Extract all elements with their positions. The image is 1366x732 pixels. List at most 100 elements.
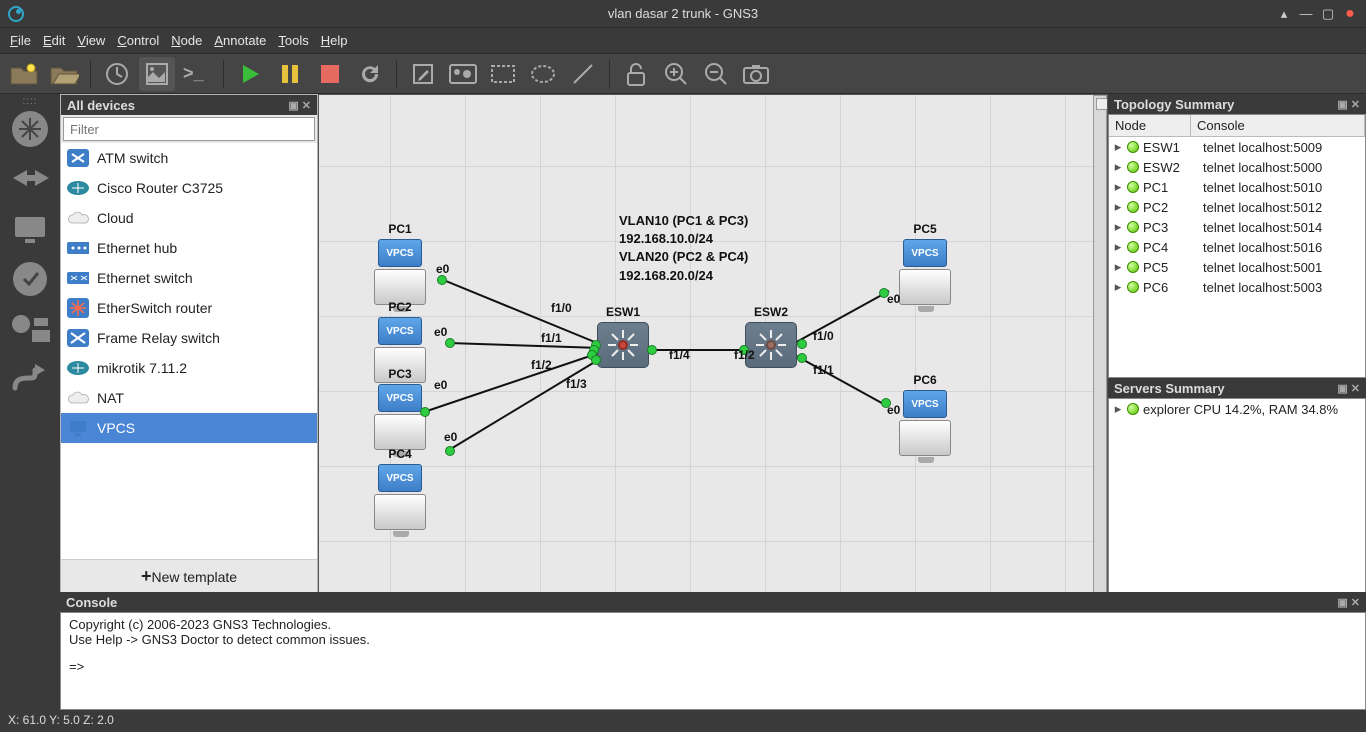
menu-help[interactable]: Help (321, 33, 348, 48)
topology-row[interactable]: ▸PC2telnet localhost:5012 (1109, 197, 1365, 217)
topology-row[interactable]: ▸PC1telnet localhost:5010 (1109, 177, 1365, 197)
device-item-atm-switch[interactable]: ATM switch (61, 143, 317, 173)
device-item-frame-relay[interactable]: Frame Relay switch (61, 323, 317, 353)
menu-node[interactable]: Node (171, 33, 202, 48)
window-roll-icon[interactable]: ▴ (1276, 6, 1292, 22)
menu-file[interactable]: File (10, 33, 31, 48)
expand-icon[interactable]: ▸ (1113, 259, 1123, 275)
topology-node: PC1 (1143, 180, 1199, 195)
menu-tools[interactable]: Tools (278, 33, 308, 48)
topology-console: telnet localhost:5014 (1203, 220, 1322, 235)
node-pc4[interactable]: PC4 VPCS (374, 447, 426, 530)
multilayer-switch-icon (606, 328, 640, 362)
topology-row[interactable]: ▸PC5telnet localhost:5001 (1109, 257, 1365, 277)
servers-summary-dock-icon[interactable]: ▣ ✕ (1337, 382, 1360, 395)
menu-control[interactable]: Control (117, 33, 159, 48)
node-pc6[interactable]: PC6 VPCS (899, 373, 951, 456)
devices-list[interactable]: ATM switch Cisco Router C3725 Cloud Ethe… (61, 143, 317, 559)
node-esw1[interactable]: ESW1 (597, 305, 649, 368)
lock-button[interactable] (618, 57, 654, 91)
new-project-button[interactable] (6, 57, 42, 91)
snapshot-clock-button[interactable] (99, 57, 135, 91)
node-label: ESW2 (745, 305, 797, 319)
devices-panel: All devices▣ ✕ ATM switch Cisco Router C… (60, 94, 318, 594)
expand-icon[interactable]: ▸ (1113, 159, 1123, 175)
menu-edit[interactable]: Edit (43, 33, 65, 48)
router-icon (67, 178, 89, 198)
node-label: PC2 (374, 300, 426, 314)
console-dock-icon[interactable]: ▣ ✕ (1337, 596, 1360, 609)
topology-node: PC4 (1143, 240, 1199, 255)
draw-line-button[interactable] (565, 57, 601, 91)
server-row[interactable]: ▸explorer CPU 14.2%, RAM 34.8% (1109, 399, 1365, 419)
topology-row[interactable]: ▸ESW1telnet localhost:5009 (1109, 137, 1365, 157)
device-item-ethernet-switch[interactable]: Ethernet switch (61, 263, 317, 293)
screenshot-button[interactable] (738, 57, 774, 91)
console-output[interactable]: Copyright (c) 2006-2023 GNS3 Technologie… (60, 612, 1366, 710)
menu-annotate[interactable]: Annotate (214, 33, 266, 48)
topology-row[interactable]: ▸ESW2telnet localhost:5000 (1109, 157, 1365, 177)
stop-all-button[interactable] (312, 57, 348, 91)
open-project-button[interactable] (46, 57, 82, 91)
zoom-out-button[interactable] (698, 57, 734, 91)
topology-row[interactable]: ▸PC3telnet localhost:5014 (1109, 217, 1365, 237)
category-end-devices-button[interactable] (6, 206, 54, 252)
device-item-ethernet-hub[interactable]: Ethernet hub (61, 233, 317, 263)
category-switches-button[interactable] (6, 156, 54, 202)
window-maximize-icon[interactable]: ▢ (1320, 6, 1336, 22)
device-item-cloud[interactable]: Cloud (61, 203, 317, 233)
draw-rectangle-button[interactable] (485, 57, 521, 91)
link-status-icon (647, 345, 657, 355)
expand-icon[interactable]: ▸ (1113, 179, 1123, 195)
category-all-devices-button[interactable] (6, 306, 54, 352)
expand-icon[interactable]: ▸ (1113, 139, 1123, 155)
expand-icon[interactable]: ▸ (1113, 279, 1123, 295)
devices-filter-input[interactable] (63, 117, 315, 141)
device-item-cisco-router[interactable]: Cisco Router C3725 (61, 173, 317, 203)
expand-icon[interactable]: ▸ (1113, 219, 1123, 235)
header-node[interactable]: Node (1109, 115, 1191, 136)
switch-icon (67, 268, 89, 288)
device-item-vpcs[interactable]: VPCS (61, 413, 317, 443)
device-item-mikrotik[interactable]: mikrotik 7.11.2 (61, 353, 317, 383)
annotate-note-button[interactable] (405, 57, 441, 91)
category-routers-button[interactable] (6, 106, 54, 152)
expand-icon[interactable]: ▸ (1113, 199, 1123, 215)
topology-row[interactable]: ▸PC6telnet localhost:5003 (1109, 277, 1365, 297)
pause-all-button[interactable] (272, 57, 308, 91)
expand-icon[interactable]: ▸ (1113, 239, 1123, 255)
expand-icon[interactable]: ▸ (1113, 401, 1123, 417)
window-close-icon[interactable]: ● (1342, 6, 1358, 22)
topology-summary-dock-icon[interactable]: ▣ ✕ (1337, 98, 1360, 111)
window-title: vlan dasar 2 trunk - GNS3 (148, 6, 1218, 21)
devices-panel-dock-icon[interactable]: ▣ ✕ (288, 99, 311, 112)
show-hide-map-button[interactable] (139, 57, 175, 91)
dock-grip-icon[interactable]: :::: (18, 96, 42, 102)
zoom-in-button[interactable] (658, 57, 694, 91)
topology-annotation[interactable]: VLAN10 (PC1 & PC3) 192.168.10.0/24 VLAN2… (619, 212, 748, 285)
reload-all-button[interactable] (352, 57, 388, 91)
device-item-nat[interactable]: NAT (61, 383, 317, 413)
node-pc1[interactable]: PC1 VPCS (374, 222, 426, 305)
header-console[interactable]: Console (1191, 115, 1365, 136)
status-running-icon (1127, 221, 1139, 233)
add-link-button[interactable] (6, 356, 54, 402)
insert-image-button[interactable] (445, 57, 481, 91)
window-minimize-icon[interactable]: — (1298, 6, 1314, 22)
node-pc3[interactable]: PC3 VPCS (374, 367, 426, 450)
menu-view[interactable]: View (77, 33, 105, 48)
device-item-etherswitch-router[interactable]: EtherSwitch router (61, 293, 317, 323)
frame-relay-icon (67, 328, 89, 348)
multilayer-switch-icon (754, 328, 788, 362)
topology-row[interactable]: ▸PC4telnet localhost:5016 (1109, 237, 1365, 257)
start-all-button[interactable] (232, 57, 268, 91)
category-security-button[interactable] (6, 256, 54, 302)
draw-ellipse-button[interactable] (525, 57, 561, 91)
topology-node: PC2 (1143, 200, 1199, 215)
node-pc5[interactable]: PC5 VPCS (899, 222, 951, 305)
annotation-line: 192.168.10.0/24 (619, 230, 748, 248)
topology-table-header: Node Console (1109, 115, 1365, 137)
new-template-button[interactable]: +New template (61, 559, 317, 593)
title-bar: vlan dasar 2 trunk - GNS3 ▴ — ▢ ● (0, 0, 1366, 28)
console-all-button[interactable]: >_ (179, 57, 215, 91)
